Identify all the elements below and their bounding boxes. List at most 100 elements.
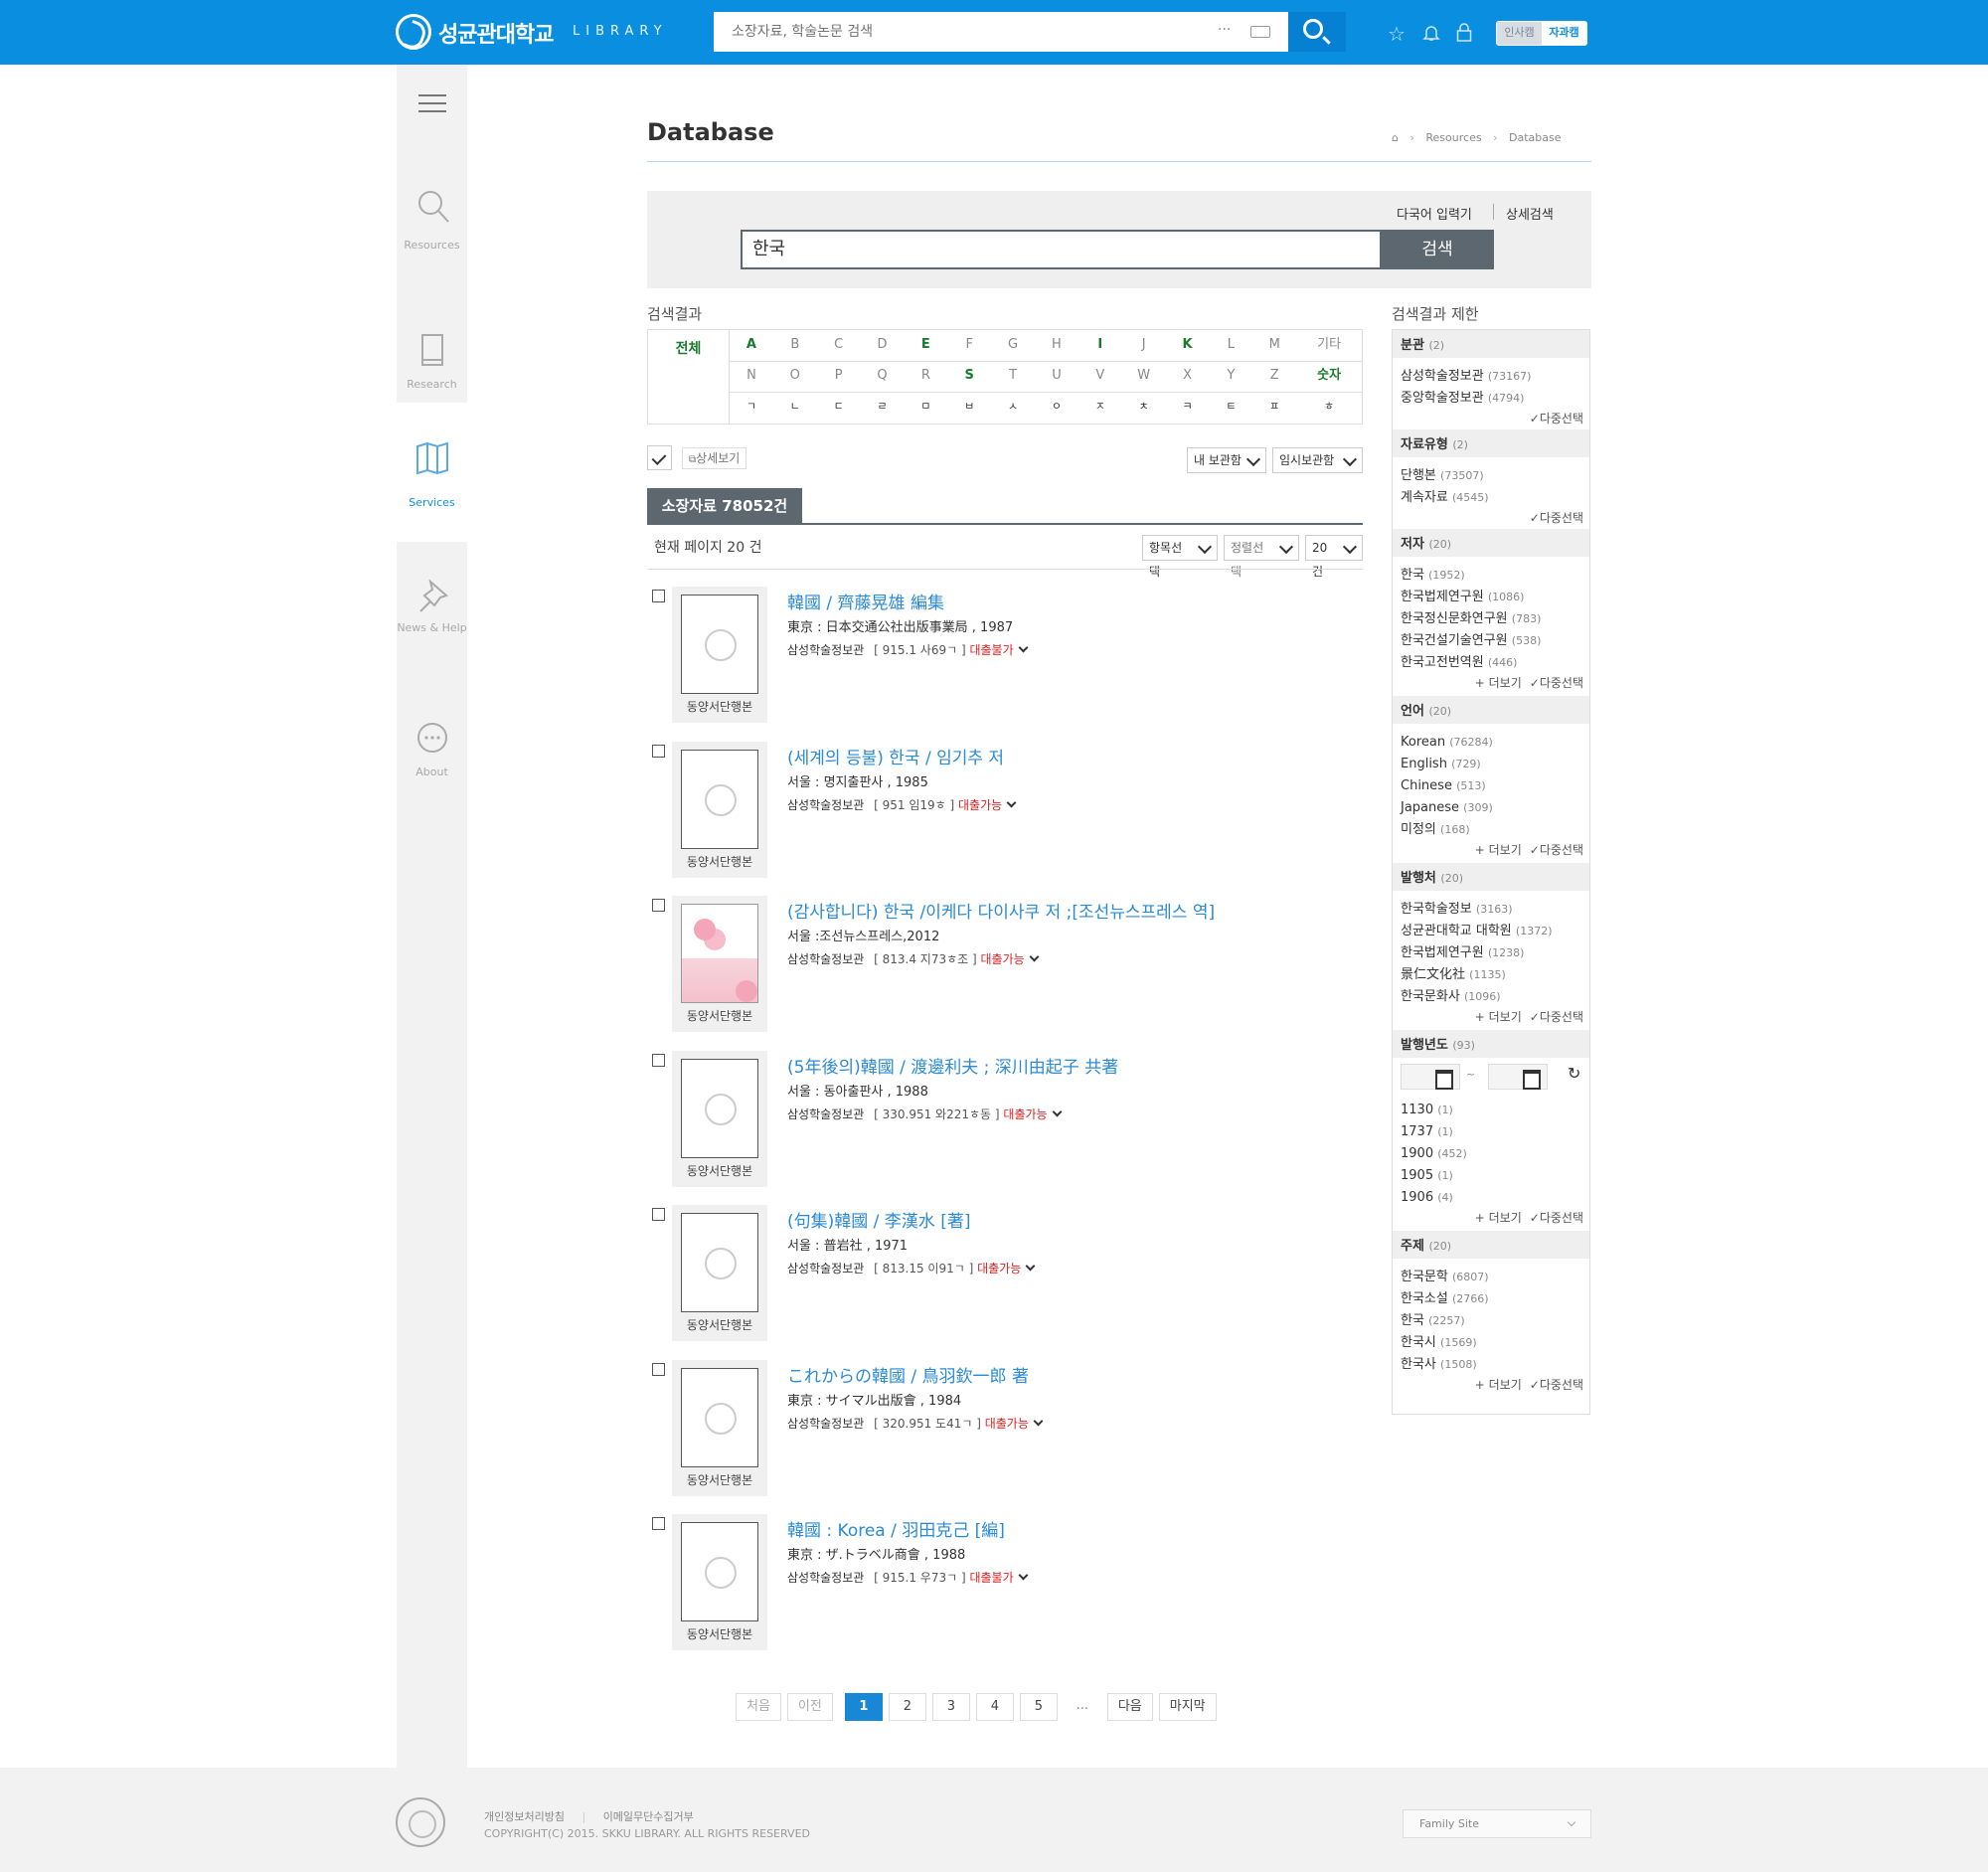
result-title-link[interactable]: (감사합니다) 한국 /이케다 다이사쿠 저 ;[조선뉴스프레스 역]	[787, 898, 1215, 923]
search-options-icon[interactable]: ···	[1218, 22, 1231, 38]
pager-page-4[interactable]: 4	[975, 1693, 1014, 1721]
facet-option[interactable]: 한국 (1952)	[1401, 565, 1581, 587]
facet-multi-select-button[interactable]: ✓다중선택	[1530, 511, 1583, 525]
alpha-filter-letter[interactable]: D	[861, 330, 905, 361]
alpha-filter-letter[interactable]: I	[1078, 330, 1122, 361]
book-cover-thumbnail[interactable]: 동양서단행본	[672, 1359, 767, 1496]
pager-first[interactable]: 처음	[736, 1693, 781, 1721]
alpha-filter-letter[interactable]: L	[1209, 330, 1252, 361]
field-select-dropdown[interactable]: 항목선택	[1142, 535, 1218, 579]
chevron-down-icon[interactable]	[1029, 951, 1040, 962]
alpha-filter-letter[interactable]: ㄷ	[817, 392, 861, 424]
alpha-filter-letter[interactable]: ㄹ	[861, 392, 905, 424]
result-title-link[interactable]: 韓國 / 齊藤晃雄 編集	[787, 589, 944, 613]
facet-more-button[interactable]: + 더보기	[1475, 1211, 1522, 1225]
alpha-filter-letter[interactable]: K	[1166, 330, 1210, 361]
lock-icon[interactable]	[1456, 23, 1472, 42]
alpha-filter-letter[interactable]: M	[1252, 330, 1296, 361]
facet-option[interactable]: 한국시 (1569)	[1401, 1332, 1581, 1354]
sort-select-dropdown[interactable]: 정렬선택	[1224, 535, 1299, 579]
facet-option[interactable]: 단행본 (73507)	[1401, 465, 1581, 487]
alpha-filter-letter[interactable]: Z	[1252, 361, 1296, 392]
facet-multi-select-button[interactable]: ✓다중선택	[1530, 1378, 1583, 1392]
alpha-filter-letter[interactable]: P	[817, 361, 861, 392]
chevron-down-icon[interactable]	[1006, 797, 1017, 807]
alpha-filter-letter[interactable]: ㅍ	[1252, 392, 1296, 424]
alpha-filter-letter[interactable]: X	[1166, 361, 1210, 392]
facet-more-button[interactable]: + 더보기	[1475, 1378, 1522, 1392]
alpha-filter-letter[interactable]: A	[730, 330, 773, 361]
sidebar-item-about[interactable]: About	[397, 686, 467, 825]
main-search-input[interactable]: 한국	[741, 230, 1382, 269]
refresh-icon[interactable]: ↻	[1568, 1064, 1580, 1083]
family-site-select[interactable]: Family Site	[1403, 1809, 1591, 1838]
alpha-filter-letter[interactable]: ㅌ	[1209, 392, 1252, 424]
book-cover-thumbnail[interactable]: 동양서단행본	[672, 1205, 767, 1341]
bell-icon[interactable]	[1422, 24, 1440, 42]
sidebar-item-resources[interactable]: Resources	[397, 159, 467, 298]
facet-option[interactable]: 한국건설기술연구원 (538)	[1401, 630, 1581, 652]
facet-option[interactable]: 성균관대학교 대학원 (1372)	[1401, 921, 1581, 942]
alpha-filter-letter[interactable]: ㅈ	[1078, 392, 1122, 424]
privacy-policy-link[interactable]: 개인정보처리방침	[484, 1810, 565, 1823]
facet-option[interactable]: 한국문학 (6807)	[1401, 1267, 1581, 1288]
facet-option[interactable]: 한국법제연구원 (1086)	[1401, 587, 1581, 608]
sidebar-item-services[interactable]: Services	[397, 403, 467, 542]
my-library-dropdown[interactable]: 내 보관함	[1187, 447, 1266, 473]
facet-option[interactable]: Chinese (513)	[1401, 775, 1581, 797]
facet-multi-select-button[interactable]: ✓다중선택	[1530, 412, 1583, 425]
result-checkbox[interactable]	[652, 899, 665, 912]
advanced-search-link[interactable]: 상세검색	[1506, 204, 1554, 223]
pager-page-2[interactable]: 2	[888, 1693, 926, 1721]
alpha-filter-letter[interactable]: B	[773, 330, 817, 361]
breadcrumb-resources[interactable]: Resources	[1425, 131, 1481, 144]
facet-option[interactable]: 한국문화사 (1096)	[1401, 986, 1581, 1008]
facet-multi-select-button[interactable]: ✓다중선택	[1530, 1010, 1583, 1024]
pager-page-3[interactable]: 3	[931, 1693, 970, 1721]
book-cover-thumbnail[interactable]: 동양서단행본	[672, 896, 767, 1032]
facet-option[interactable]: Korean (76284)	[1401, 732, 1581, 754]
sidebar-item-news-help[interactable]: News & Help	[397, 542, 467, 681]
detail-view-button[interactable]: ⧉상세보기	[682, 447, 747, 469]
pager-page-1[interactable]: 1	[844, 1693, 883, 1721]
keyboard-icon[interactable]	[1250, 26, 1270, 38]
facet-more-button[interactable]: + 더보기	[1475, 1010, 1522, 1024]
facet-option[interactable]: 한국사 (1508)	[1401, 1354, 1581, 1376]
main-search-button[interactable]: 검색	[1381, 230, 1494, 269]
facet-multi-select-button[interactable]: ✓다중선택	[1530, 1211, 1583, 1225]
alpha-filter-letter[interactable]: 숫자	[1296, 361, 1362, 392]
home-icon[interactable]: ⌂	[1392, 131, 1399, 144]
facet-multi-select-button[interactable]: ✓다중선택	[1530, 676, 1583, 690]
facet-more-button[interactable]: + 더보기	[1475, 843, 1522, 857]
alpha-filter-letter[interactable]: 기타	[1296, 330, 1362, 361]
alpha-filter-letter[interactable]: C	[817, 330, 861, 361]
campus-science-button[interactable]: 자과캠	[1542, 22, 1586, 45]
alpha-filter-letter[interactable]: ㅋ	[1166, 392, 1210, 424]
facet-more-button[interactable]: + 더보기	[1475, 676, 1522, 690]
facet-option[interactable]: 1905 (1)	[1401, 1165, 1581, 1187]
book-cover-thumbnail[interactable]: 동양서단행본	[672, 587, 767, 723]
facet-option[interactable]: 1906 (4)	[1401, 1187, 1581, 1209]
campus-humanities-button[interactable]: 인사캠	[1497, 22, 1542, 45]
alpha-filter-letter[interactable]: ㅂ	[947, 392, 991, 424]
alpha-filter-letter[interactable]: U	[1035, 361, 1078, 392]
email-refusal-link[interactable]: 이메일무단수집거부	[603, 1810, 694, 1823]
alpha-filter-letter[interactable]: Y	[1209, 361, 1252, 392]
pager-page-5[interactable]: 5	[1019, 1693, 1058, 1721]
facet-option[interactable]: 한국소설 (2766)	[1401, 1288, 1581, 1310]
temp-library-dropdown[interactable]: 임시보관함	[1272, 447, 1363, 473]
pager-prev[interactable]: 이전	[786, 1693, 833, 1721]
alpha-filter-letter[interactable]: R	[904, 361, 947, 392]
chevron-down-icon[interactable]	[1018, 1570, 1029, 1581]
result-title-link[interactable]: (句集)韓國 / 李漢水 [著]	[787, 1207, 970, 1232]
facet-option[interactable]: 1737 (1)	[1401, 1121, 1581, 1143]
book-cover-thumbnail[interactable]: 동양서단행본	[672, 741, 767, 878]
alpha-filter-letter[interactable]: V	[1078, 361, 1122, 392]
result-title-link[interactable]: これからの韓國 / 鳥羽欽一郎 著	[787, 1362, 1029, 1387]
pager-next[interactable]: 다음	[1106, 1693, 1153, 1721]
logo-text[interactable]: 성균관대학교	[438, 17, 554, 49]
alpha-filter-letter[interactable]: ㅇ	[1035, 392, 1078, 424]
result-title-link[interactable]: (세계의 등불) 한국 / 임기추 저	[787, 744, 1004, 768]
facet-option[interactable]: 한국 (2257)	[1401, 1310, 1581, 1332]
year-from-input[interactable]	[1401, 1064, 1460, 1090]
